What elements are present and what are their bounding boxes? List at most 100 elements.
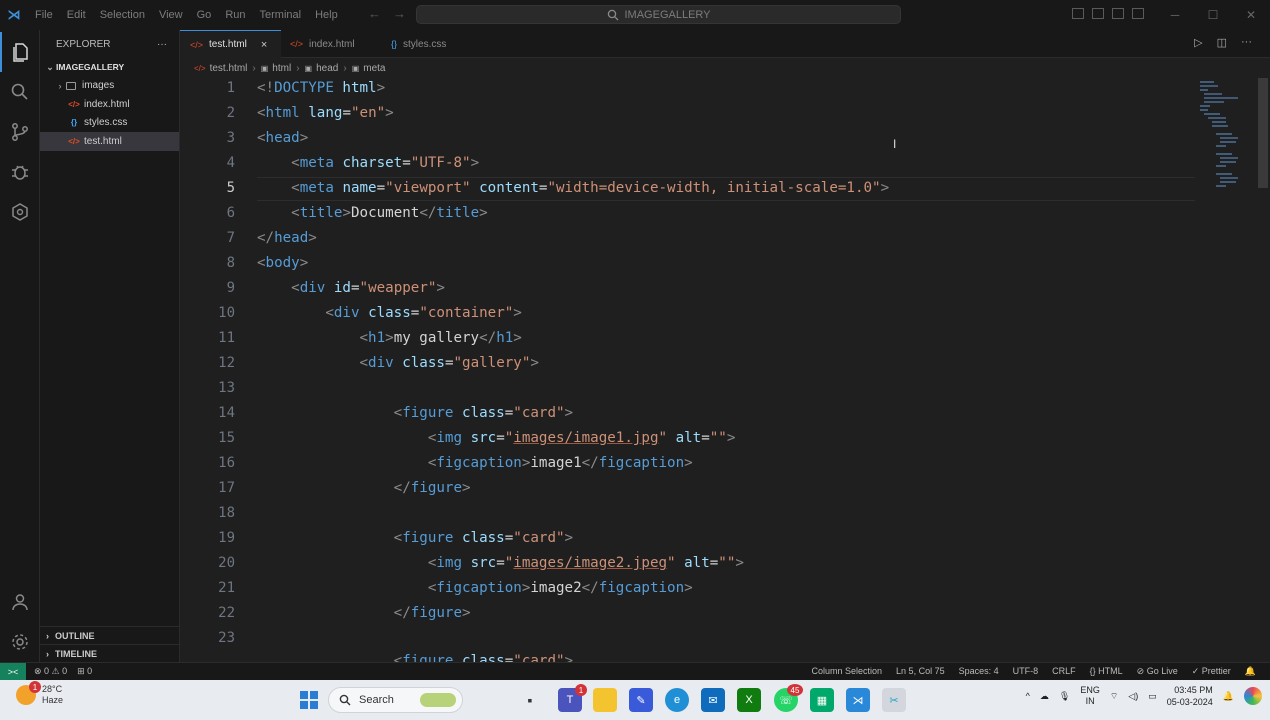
menu-help[interactable]: Help	[308, 9, 345, 21]
breadcrumb-item-meta[interactable]: meta	[363, 63, 385, 74]
line-number: 5	[226, 180, 235, 196]
css-file-icon: {}	[391, 39, 398, 49]
notification-center-icon[interactable]: 🔔	[1223, 691, 1234, 702]
customize-layout-icon[interactable]	[1132, 8, 1144, 19]
tree-root-folder[interactable]: ⌄ IMAGEGALLERY	[40, 58, 179, 77]
breadcrumb-item-file[interactable]: test.html	[210, 63, 248, 74]
menu-file[interactable]: File	[28, 9, 60, 21]
run-play-icon[interactable]: ▷	[1194, 36, 1202, 49]
explorer-title: EXPLORER	[56, 38, 111, 50]
forward-arrow-icon[interactable]: →	[393, 6, 406, 21]
line-number: 1	[226, 80, 235, 96]
show-hidden-icons-icon[interactable]: ^	[1026, 691, 1030, 701]
go-live-button[interactable]: ⊘ Go Live	[1137, 666, 1178, 677]
edge-browser-icon[interactable]: e	[665, 688, 689, 712]
line-number: 14	[218, 405, 235, 421]
explorer-more-actions[interactable]: ···	[157, 39, 167, 50]
input-language[interactable]: ENG IN	[1080, 685, 1100, 707]
tree-item-test-html[interactable]: </> test.html	[40, 132, 179, 151]
menu-run[interactable]: Run	[218, 9, 252, 21]
windows-start-icon[interactable]	[297, 688, 321, 712]
onedrive-cloud-icon[interactable]: ☁	[1040, 691, 1049, 702]
copilot-icon[interactable]	[1244, 687, 1262, 705]
toggle-panel-icon[interactable]	[1092, 8, 1104, 19]
source-control-icon[interactable]	[0, 112, 40, 152]
accounts-icon[interactable]	[0, 582, 40, 622]
toggle-secondary-sidebar-icon[interactable]	[1112, 8, 1124, 19]
weather-sun-icon: 1	[16, 681, 41, 705]
volume-icon[interactable]: ◁)	[1128, 691, 1138, 702]
column-selection-indicator[interactable]: Column Selection	[812, 666, 883, 677]
search-activity-icon[interactable]	[0, 72, 40, 112]
file-explorer-icon[interactable]	[593, 688, 617, 712]
minimize-icon[interactable]: ─	[1156, 0, 1194, 30]
split-editor-icon[interactable]: ◫	[1217, 36, 1227, 49]
tab-index-html[interactable]: </> index.html	[280, 30, 381, 58]
tree-item-images[interactable]: › images	[40, 77, 179, 96]
microphone-icon[interactable]: 🎙	[1059, 691, 1070, 702]
activity-bar	[0, 30, 40, 662]
extensions-icon[interactable]	[0, 192, 40, 232]
cursor-position[interactable]: Ln 5, Col 75	[896, 666, 945, 677]
close-icon[interactable]: ×	[261, 39, 267, 51]
outline-panel-header[interactable]: › OUTLINE	[40, 626, 180, 644]
weather-description: Haze	[42, 695, 64, 705]
teams-icon[interactable]: T1	[558, 684, 587, 712]
vertical-scrollbar[interactable]	[1258, 78, 1268, 188]
clock[interactable]: 03:45 PM 05-03-2024	[1167, 684, 1213, 708]
status-bar: >< ⊗ 0 ⚠ 0 ⊞ 0 Column Selection Ln 5, Co…	[0, 662, 1270, 681]
close-window-icon[interactable]: ✕	[1232, 0, 1270, 30]
whatsapp-icon[interactable]: ☏ 45	[774, 684, 803, 712]
excel-icon[interactable]: X	[737, 688, 761, 712]
tree-item-styles-css[interactable]: {} styles.css	[40, 114, 179, 133]
end-of-line[interactable]: CRLF	[1052, 666, 1076, 677]
calculator-icon[interactable]: ▦	[810, 688, 834, 712]
remote-indicator-icon[interactable]: ><	[0, 662, 26, 681]
tab-test-html[interactable]: </> test.html ×	[180, 30, 281, 58]
minimap[interactable]	[1198, 78, 1256, 208]
taskbar-search-box[interactable]: Search	[328, 687, 463, 713]
task-view-icon[interactable]: ▪	[518, 688, 542, 712]
explorer-icon[interactable]	[0, 32, 40, 72]
wifi-icon[interactable]: ⌔	[1110, 691, 1118, 702]
menu-go[interactable]: Go	[190, 9, 219, 21]
menu-edit[interactable]: Edit	[60, 9, 93, 21]
line-number: 7	[226, 230, 235, 246]
menu-view[interactable]: View	[152, 9, 190, 21]
manage-gear-icon[interactable]	[0, 622, 40, 662]
ports-indicator[interactable]: ⊞ 0	[77, 666, 92, 677]
whiteboard-icon[interactable]: ✎	[629, 688, 653, 712]
html-file-icon: </>	[190, 39, 204, 50]
encoding[interactable]: UTF-8	[1013, 666, 1039, 677]
breadcrumb-item-html[interactable]: html	[272, 63, 291, 74]
command-center[interactable]: IMAGEGALLERY	[416, 5, 901, 24]
menu-terminal[interactable]: Terminal	[253, 9, 309, 21]
weather-widget[interactable]: 1 28°C Haze	[16, 681, 64, 706]
problems-indicator[interactable]: ⊗ 0 ⚠ 0	[34, 666, 67, 677]
snipping-tool-icon[interactable]: ✂	[882, 688, 906, 712]
line-number: 10	[218, 305, 235, 321]
breadcrumb-item-head[interactable]: head	[316, 63, 338, 74]
maximize-icon[interactable]: ☐	[1194, 0, 1232, 30]
vscode-taskbar-icon[interactable]: ⋊	[846, 688, 870, 712]
notifications-bell-icon[interactable]: 🔔	[1245, 666, 1256, 677]
more-actions-icon[interactable]: ···	[1241, 36, 1252, 49]
menu-selection[interactable]: Selection	[93, 9, 152, 21]
chevron-right-icon: ›	[46, 648, 49, 659]
tab-styles-css[interactable]: {} styles.css	[381, 30, 482, 58]
battery-icon[interactable]: ▭	[1148, 691, 1157, 702]
tree-item-label: test.html	[84, 135, 122, 147]
notification-badge: 45	[787, 684, 803, 696]
line-number: 13	[218, 380, 235, 396]
run-debug-icon[interactable]	[0, 152, 40, 192]
toggle-primary-sidebar-icon[interactable]	[1072, 8, 1084, 19]
code-editor[interactable]: 1 2 3 4 5 6 7 8 9 10 11 12 13 14 15 16 17 18 19 20 21 22 23 <!…	[180, 76, 1195, 662]
line-number: 4	[226, 155, 235, 171]
mail-icon[interactable]: ✉	[701, 688, 725, 712]
tree-item-index-html[interactable]: </> index.html	[40, 95, 179, 114]
back-arrow-icon[interactable]: ←	[368, 6, 381, 21]
language-mode[interactable]: {} HTML	[1090, 666, 1123, 677]
prettier-button[interactable]: ✓ Prettier	[1192, 666, 1231, 677]
timeline-panel-header[interactable]: › TIMELINE	[40, 644, 180, 662]
indentation[interactable]: Spaces: 4	[959, 666, 999, 677]
